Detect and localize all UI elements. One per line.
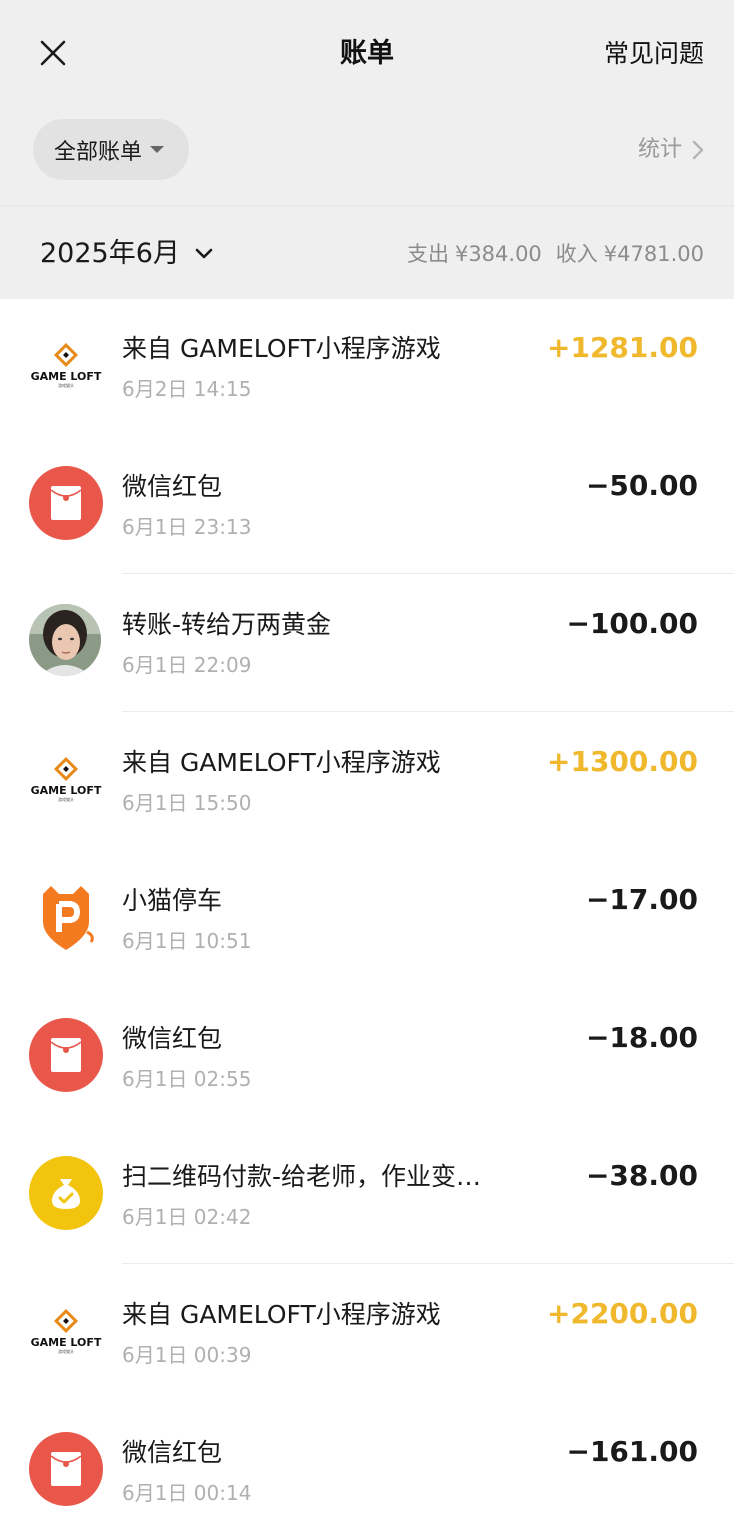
transaction-time: 6月1日 02:42	[122, 1205, 252, 1229]
gameloft-logo-icon: GAME LOFT 游戏猫头	[29, 742, 103, 816]
transaction-row[interactable]: 微信红包 6月1日 02:55 −18.00	[0, 989, 734, 1126]
expense-label: 支出	[406, 242, 449, 266]
transaction-time: 6月1日 23:13	[122, 515, 252, 539]
transaction-title: 来自 GAMELOFT小程序游戏	[122, 748, 441, 777]
stats-link[interactable]: 统计	[638, 132, 704, 168]
transaction-row[interactable]: 扫二维码付款-给老师，作业变… 6月1日 02:42 −38.00	[0, 1127, 734, 1264]
transaction-amount: −50.00	[585, 469, 698, 502]
transaction-time: 6月1日 15:50	[122, 791, 252, 815]
transaction-time: 6月2日 14:15	[122, 377, 252, 401]
gameloft-logo-icon: GAME LOFT 游戏猫头	[29, 328, 103, 402]
transaction-amount: −38.00	[585, 1159, 698, 1192]
money-bag-icon	[29, 1156, 103, 1230]
transaction-row[interactable]: 转账-转给万两黄金 6月1日 22:09 −100.00	[0, 575, 734, 712]
transaction-row[interactable]: GAME LOFT 游戏猫头 来自 GAMELOFT小程序游戏 6月1日 15:…	[0, 713, 734, 850]
expense-value: ¥384.00	[454, 242, 542, 266]
income-label: 收入	[555, 242, 598, 266]
income-value: ¥4781.00	[603, 242, 704, 266]
transaction-amount: −18.00	[585, 1021, 698, 1054]
transaction-time: 6月1日 22:09	[122, 653, 252, 677]
transaction-title: 来自 GAMELOFT小程序游戏	[122, 1300, 441, 1329]
transaction-title: 来自 GAMELOFT小程序游戏	[122, 334, 441, 363]
transaction-title: 微信红包	[122, 1438, 223, 1467]
transaction-amount: +2200.00	[547, 1297, 698, 1330]
transaction-amount: −17.00	[585, 883, 698, 916]
divider	[122, 1263, 734, 1264]
transaction-amount: −100.00	[566, 607, 698, 640]
filter-label: 全部账单	[54, 139, 143, 165]
faq-link[interactable]: 常见问题	[604, 36, 704, 72]
transaction-amount: −161.00	[566, 1435, 698, 1468]
caret-down-icon	[150, 146, 165, 153]
transaction-row[interactable]: 小猫停车 6月1日 10:51 −17.00	[0, 851, 734, 988]
divider	[122, 573, 734, 574]
transaction-time: 6月1日 00:14	[122, 1481, 252, 1505]
gameloft-logo-icon: GAME LOFT 游戏猫头	[29, 1294, 103, 1368]
transaction-time: 6月1日 02:55	[122, 1067, 252, 1091]
chevron-right-icon	[692, 140, 704, 160]
stats-label: 统计	[637, 137, 682, 162]
transaction-title: 微信红包	[122, 1024, 223, 1053]
parking-icon	[43, 886, 94, 950]
transaction-row[interactable]: 微信红包 6月1日 00:14 −161.00	[0, 1403, 734, 1540]
red-packet-icon	[29, 1432, 103, 1506]
divider	[122, 711, 734, 712]
transaction-row[interactable]: GAME LOFT 游戏猫头 来自 GAMELOFT小程序游戏 6月1日 00:…	[0, 1265, 734, 1402]
transaction-time: 6月1日 00:39	[122, 1343, 252, 1367]
nav-bar: 账单 常见问题	[0, 0, 734, 110]
transaction-amount: +1281.00	[547, 331, 698, 364]
header-area: 账单 常见问题 全部账单 统计 2025年6月 支出 ¥384.00 收入 ¥4781…	[0, 0, 734, 299]
month-summary: 支出 ¥384.00 收入 ¥4781.00	[401, 238, 704, 270]
month-selector[interactable]: 2025年6月	[40, 236, 214, 272]
transaction-title: 微信红包	[122, 472, 223, 501]
chevron-down-icon	[195, 248, 213, 259]
transaction-title: 小猫停车	[122, 886, 223, 915]
bill-filter-dropdown[interactable]: 全部账单	[33, 119, 189, 180]
month-label: 2025年6月	[40, 238, 180, 269]
red-packet-icon	[29, 466, 103, 540]
avatar	[29, 604, 101, 676]
transaction-row[interactable]: 微信红包 6月1日 23:13 −50.00	[0, 437, 734, 574]
transaction-title: 扫二维码付款-给老师，作业变…	[122, 1162, 482, 1191]
transaction-time: 6月1日 10:51	[122, 929, 252, 953]
transaction-title: 转账-转给万两黄金	[122, 610, 332, 639]
transaction-row[interactable]: GAME LOFT 游戏猫头 来自 GAMELOFT小程序游戏 6月2日 14:…	[0, 299, 734, 436]
red-packet-icon	[29, 1018, 103, 1092]
transaction-amount: +1300.00	[547, 745, 698, 778]
month-bar: 2025年6月 支出 ¥384.00 收入 ¥4781.00	[0, 206, 734, 299]
